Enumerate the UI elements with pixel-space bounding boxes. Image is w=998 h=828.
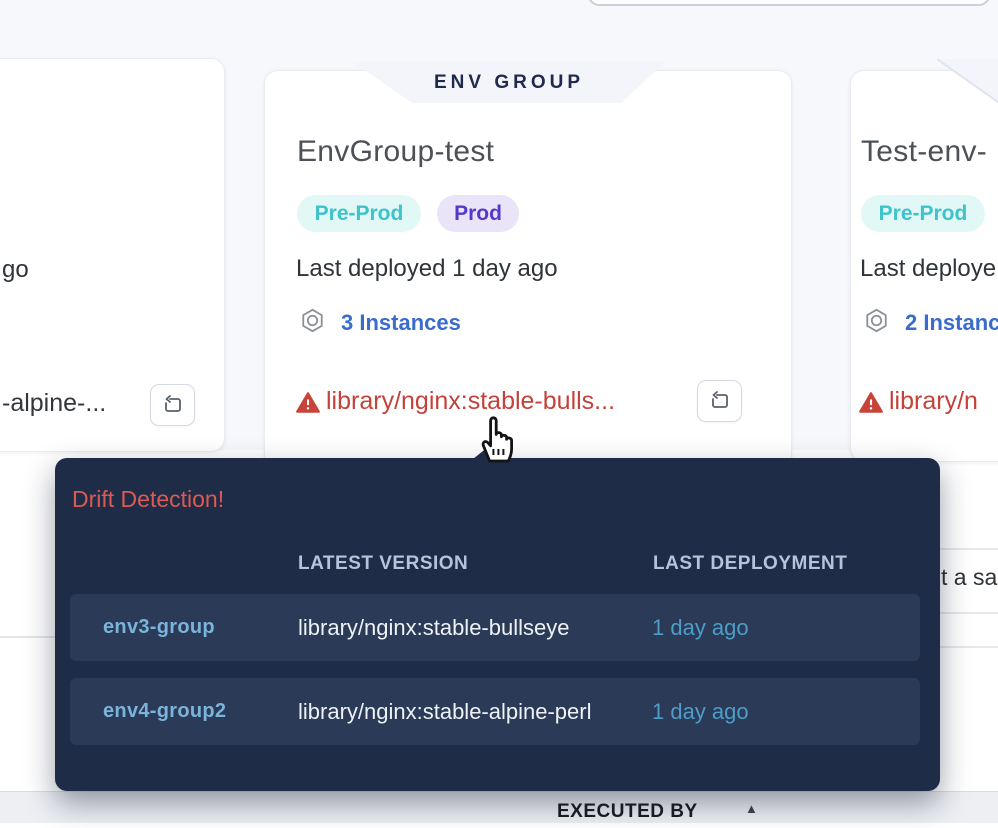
warning-icon [295,390,321,416]
center-card-redeploy-button[interactable] [697,380,742,422]
drift-detection-tooltip: Drift Detection! LATEST VERSION LAST DEP… [55,458,940,791]
badge-prod: Prod [437,195,519,232]
env-group-title: Test-env- [861,135,987,169]
background-text-fragment: t a sa [941,564,997,591]
last-deployed-text: Last deploye [860,255,996,283]
badge-pre-prod: Pre-Prod [861,195,985,232]
left-card-last-deployed-fragment: go [2,256,29,284]
instances-link[interactable]: 2 Instance [905,310,998,336]
latest-version-value: library/nginx:stable-bullseye [298,594,569,661]
top-search-bar-fragment[interactable] [588,0,990,6]
left-card-image-fragment: -alpine-... [2,389,106,418]
badge-pre-prod: Pre-Prod [297,195,421,232]
background-row-divider [0,636,55,638]
drift-row: env4-group2 library/nginx:stable-alpine-… [70,678,920,745]
last-deployment-value: 1 day ago [652,678,749,745]
last-deployed-text: Last deployed 1 day ago [296,255,558,283]
drift-image-link[interactable]: library/n [889,387,978,416]
background-row-divider [940,548,998,550]
cursor-pointer-icon [470,410,520,466]
left-card-redeploy-button[interactable] [150,384,195,426]
env-group-link[interactable]: env4-group2 [103,678,226,745]
env-group-ribbon-fragment [930,56,998,106]
column-header-latest-version: LATEST VERSION [298,553,468,575]
redeploy-icon [161,393,185,417]
instances-link[interactable]: 3 Instances [341,310,461,336]
instances-icon [299,307,326,334]
background-row-divider [940,646,998,648]
last-deployment-value: 1 day ago [652,594,749,661]
latest-version-value: library/nginx:stable-alpine-perl [298,678,591,745]
column-header-last-deployment: LAST DEPLOYMENT [653,553,847,575]
env-group-link[interactable]: env3-group [103,594,215,661]
drift-detection-title: Drift Detection! [72,486,224,513]
drift-row: env3-group library/nginx:stable-bullseye… [70,594,920,661]
background-row-divider [940,612,998,614]
sort-ascending-icon[interactable]: ▲ [745,801,758,816]
env-group-title: EnvGroup-test [297,135,494,169]
env-groups-dashboard: go -alpine-... ENV GROUP EnvGroup-test P… [0,0,998,828]
executed-by-column-header[interactable]: EXECUTED BY [557,801,698,823]
redeploy-icon [708,389,732,413]
table-header-bar [0,791,998,823]
instances-icon [863,307,890,334]
warning-icon [858,390,884,416]
